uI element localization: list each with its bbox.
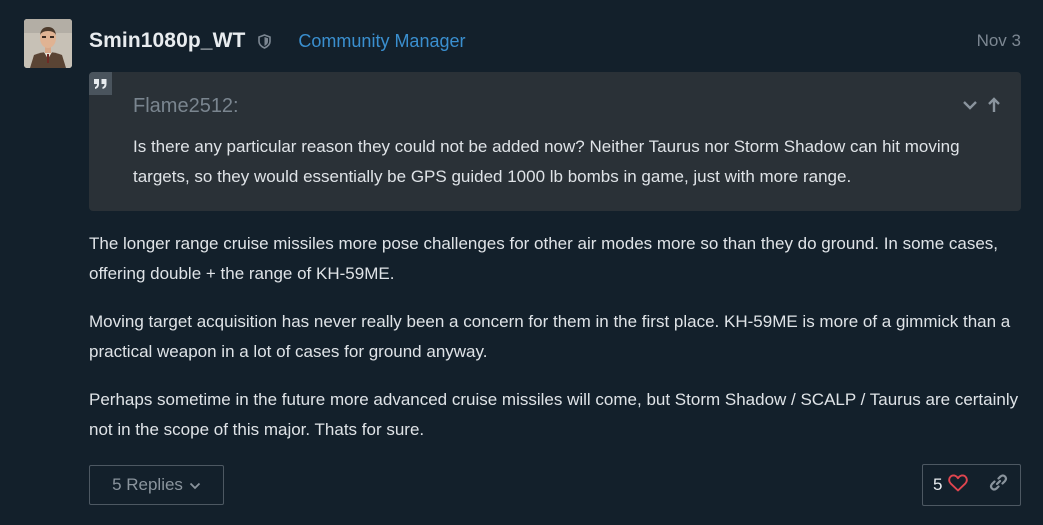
copy-link-button[interactable] bbox=[989, 473, 1008, 497]
chevron-down-icon bbox=[189, 475, 201, 495]
like-button[interactable]: 5 bbox=[923, 465, 969, 505]
post-actions: 5 bbox=[922, 464, 1021, 506]
post-paragraph: The longer range cruise missiles more po… bbox=[89, 234, 999, 283]
expand-chevron-down-icon[interactable] bbox=[961, 96, 979, 114]
quote-block: Flame2512: Is there any particular reaso… bbox=[89, 72, 1021, 211]
quote-controls bbox=[961, 96, 1003, 114]
link-icon bbox=[989, 473, 1008, 497]
post-header: Smin1080p_WT Community Manager Nov 3 bbox=[89, 26, 1021, 56]
post-paragraph: Moving target acquisition has never real… bbox=[89, 312, 1011, 361]
go-to-quote-arrow-up-icon[interactable] bbox=[985, 96, 1003, 114]
username[interactable]: Smin1080p_WT bbox=[89, 29, 245, 53]
shield-icon bbox=[258, 33, 272, 49]
user-role-link[interactable]: Community Manager bbox=[298, 31, 465, 52]
post-paragraph: Perhaps sometime in the future more adva… bbox=[89, 390, 1019, 439]
forum-post: Smin1080p_WT Community Manager Nov 3 Fla… bbox=[0, 0, 1043, 525]
post-date[interactable]: Nov 3 bbox=[977, 31, 1021, 51]
heart-icon bbox=[948, 473, 969, 497]
replies-label: 5 Replies bbox=[112, 475, 183, 494]
quote-icon bbox=[89, 72, 112, 95]
user-avatar-icon bbox=[24, 19, 72, 68]
avatar[interactable] bbox=[24, 19, 72, 68]
post-body: The longer range cruise missiles more po… bbox=[89, 229, 1021, 463]
quote-author[interactable]: Flame2512: bbox=[133, 95, 239, 118]
like-count: 5 bbox=[933, 475, 943, 494]
quote-text: Is there any particular reason they coul… bbox=[133, 137, 960, 186]
replies-button[interactable]: 5 Replies bbox=[89, 465, 224, 505]
